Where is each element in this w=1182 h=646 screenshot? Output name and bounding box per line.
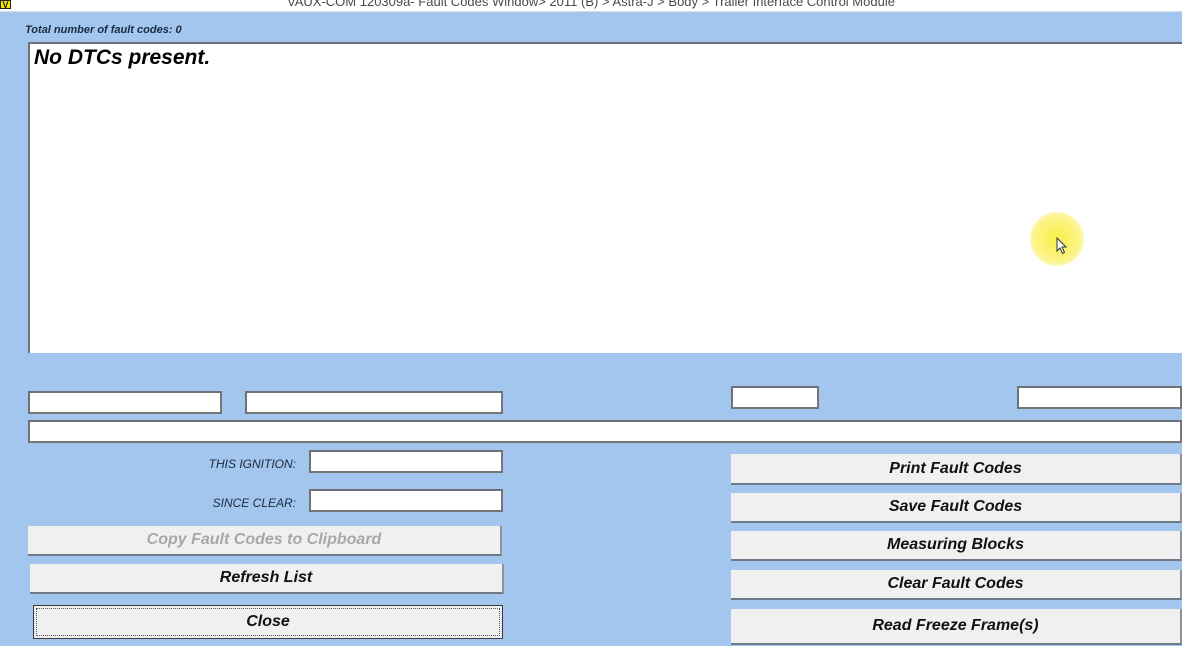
refresh-list-button[interactable]: Refresh List	[30, 564, 504, 594]
dtc-status-field[interactable]	[245, 391, 503, 414]
title-bar: V VAUX-COM 120309a- Fault Codes Window> …	[0, 0, 1182, 12]
dtc-status-message: No DTCs present.	[34, 46, 211, 69]
window-title: VAUX-COM 120309a- Fault Codes Window> 20…	[287, 0, 895, 9]
clear-fault-codes-button[interactable]: Clear Fault Codes	[731, 570, 1182, 600]
this-ignition-field[interactable]	[309, 450, 503, 473]
this-ignition-label: THIS IGNITION:	[208, 457, 296, 471]
mouse-pointer-icon	[1056, 237, 1068, 255]
print-fault-codes-button[interactable]: Print Fault Codes	[731, 454, 1182, 485]
since-clear-field[interactable]	[309, 489, 503, 512]
dtc-extra-field[interactable]	[1017, 386, 1182, 409]
dtc-description-field[interactable]	[28, 420, 1182, 443]
close-button[interactable]: Close	[33, 605, 503, 639]
total-fault-codes-label: Total number of fault codes: 0	[25, 24, 182, 36]
dtc-info-field[interactable]	[731, 386, 819, 409]
measuring-blocks-button[interactable]: Measuring Blocks	[731, 531, 1182, 561]
dtc-code-field[interactable]	[28, 391, 222, 414]
dtc-list[interactable]: No DTCs present.	[28, 42, 1182, 353]
save-fault-codes-button[interactable]: Save Fault Codes	[731, 493, 1182, 523]
copy-to-clipboard-button[interactable]: Copy Fault Codes to Clipboard	[28, 526, 502, 556]
read-freeze-frames-button[interactable]: Read Freeze Frame(s)	[731, 609, 1182, 645]
since-clear-label: SINCE CLEAR:	[212, 496, 296, 510]
